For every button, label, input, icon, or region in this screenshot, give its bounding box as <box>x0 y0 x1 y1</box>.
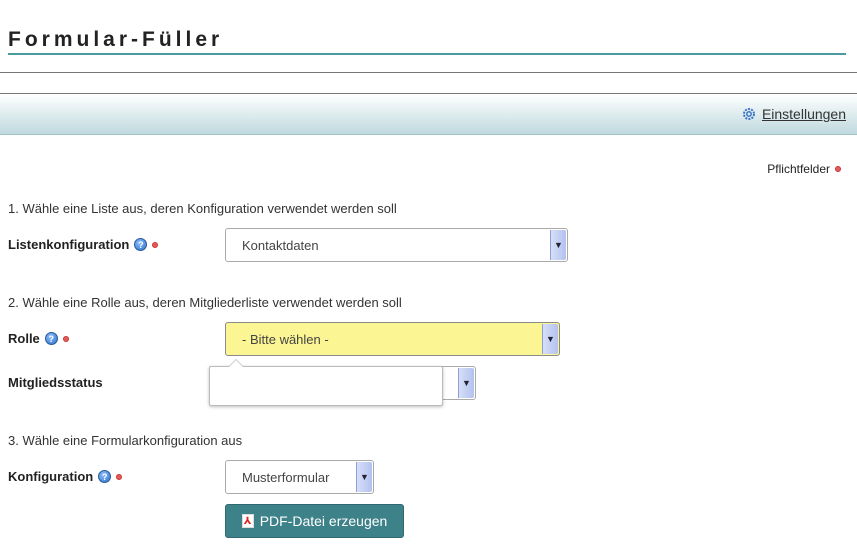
rolle-select[interactable]: - Bitte wählen - ▼ <box>225 322 560 356</box>
pdf-button-label: PDF-Datei erzeugen <box>259 513 388 529</box>
required-icon <box>835 166 841 172</box>
chevron-down-icon[interactable]: ▼ <box>458 368 474 398</box>
listenkonfiguration-label: Listenkonfiguration ? <box>8 237 159 252</box>
konfiguration-label-text: Konfiguration <box>8 469 94 484</box>
listenkonfiguration-select[interactable]: Kontaktdaten ▼ <box>225 228 568 262</box>
mitgliedsstatus-label-text: Mitgliedsstatus <box>8 375 103 390</box>
required-icon <box>152 241 159 248</box>
chevron-down-icon[interactable]: ▼ <box>356 462 372 492</box>
step-2-text: 2. Wähle eine Rolle aus, deren Mitgliede… <box>8 295 402 310</box>
pdf-icon: ⅄ <box>241 514 254 528</box>
chevron-down-icon[interactable]: ▼ <box>542 324 558 354</box>
rolle-value: - Bitte wählen - <box>242 331 329 347</box>
konfiguration-select[interactable]: Musterformular ▼ <box>225 460 374 494</box>
step-1-text: 1. Wähle eine Liste aus, deren Konfigura… <box>8 201 397 216</box>
gear-icon <box>742 107 756 121</box>
validation-popup <box>209 359 443 406</box>
konfiguration-label: Konfiguration ? <box>8 469 123 484</box>
navbar: Einstellungen <box>0 94 857 135</box>
settings-link[interactable]: Einstellungen <box>742 106 846 122</box>
mitgliedsstatus-label: Mitgliedsstatus <box>8 375 103 390</box>
konfiguration-value: Musterformular <box>242 469 330 485</box>
chevron-down-icon[interactable]: ▼ <box>550 230 566 260</box>
required-legend: Pflichtfelder <box>767 162 841 176</box>
help-icon[interactable]: ? <box>98 470 112 483</box>
help-icon[interactable]: ? <box>44 332 58 345</box>
help-icon[interactable]: ? <box>134 238 148 251</box>
listenkonfiguration-label-text: Listenkonfiguration <box>8 237 130 252</box>
required-legend-label: Pflichtfelder <box>767 162 830 176</box>
required-icon <box>62 335 69 342</box>
rolle-label: Rolle ? <box>8 331 69 346</box>
page-title: Formular-Füller <box>8 28 224 51</box>
settings-label: Einstellungen <box>761 106 846 122</box>
pdf-button[interactable]: ⅄ PDF-Datei erzeugen <box>225 504 404 538</box>
listenkonfiguration-value: Kontaktdaten <box>242 237 319 253</box>
title-underline <box>8 53 846 55</box>
divider <box>0 72 857 73</box>
step-3-text: 3. Wähle eine Formularkonfiguration aus <box>8 433 243 448</box>
rolle-label-text: Rolle <box>8 331 40 346</box>
required-icon <box>116 473 123 480</box>
